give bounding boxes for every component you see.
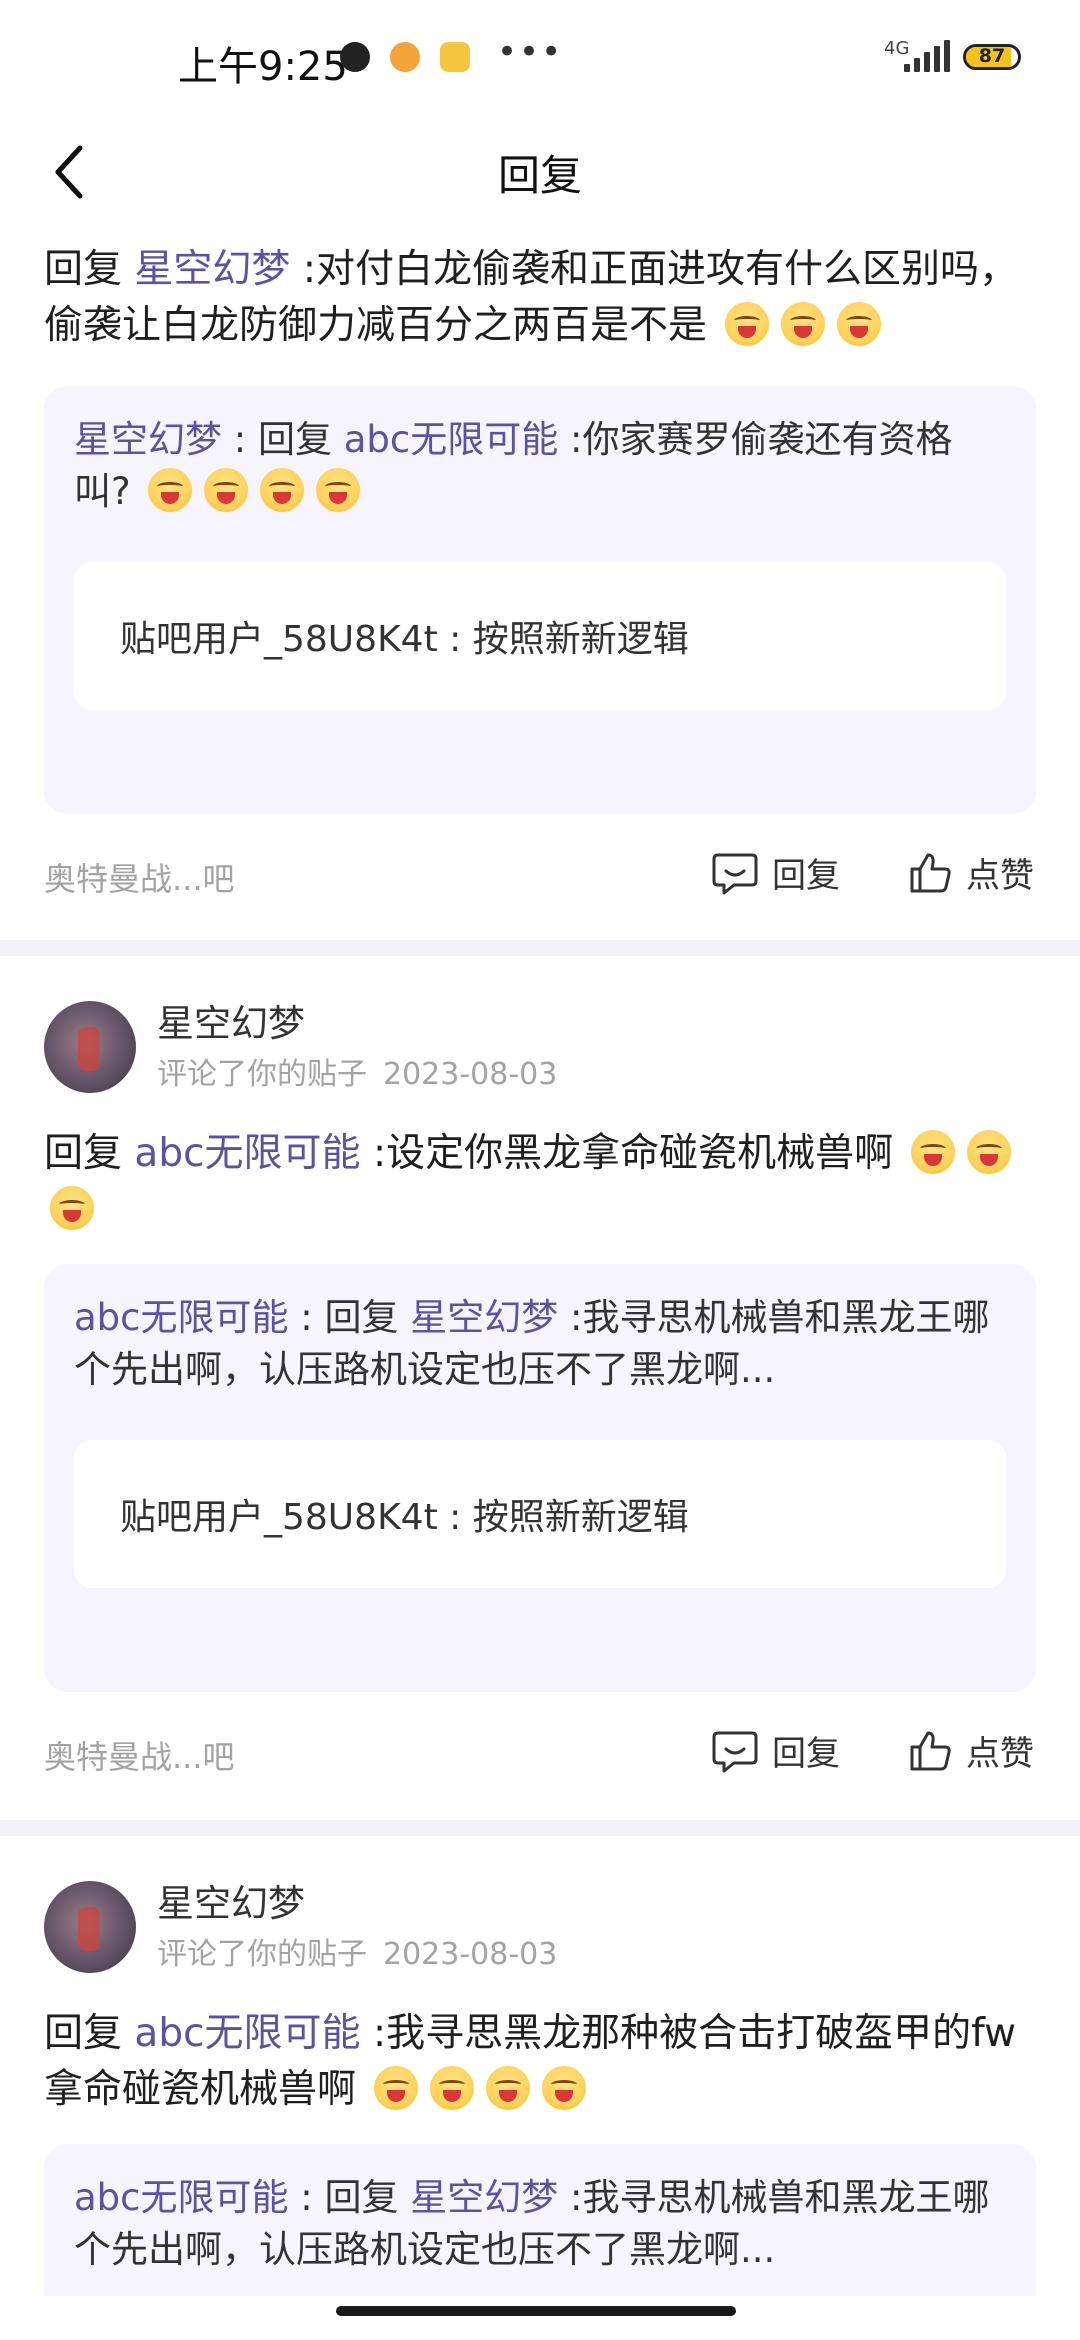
section-divider xyxy=(0,1820,1080,1836)
reply-prefix: 回复 xyxy=(44,2011,123,2056)
nested-post-text: 贴吧用户_58U8K4t : 按照新新逻辑 xyxy=(120,1497,689,1538)
quote-reply-word: : 回复 xyxy=(222,418,344,461)
laughing-emoji-icon xyxy=(911,1130,956,1174)
reply-label: 回复 xyxy=(772,1734,840,1774)
quote-author-link[interactable]: abc无限可能 xyxy=(74,1296,289,1339)
nested-original-post[interactable]: 贴吧用户_58U8K4t : 按照新新逻辑 xyxy=(74,1440,1006,1588)
avatar[interactable] xyxy=(44,1881,136,1973)
section-divider xyxy=(0,940,1080,956)
user-name[interactable]: 星空幻梦 xyxy=(157,993,305,1047)
comment-action: 评论了你的贴子 xyxy=(157,1057,367,1092)
quoted-reply[interactable]: abc无限可能 : 回复 星空幻梦 :我寻思机械兽和黑龙王哪个先出啊，认压路机设… xyxy=(44,2144,1036,2296)
status-time: 上午9:25 xyxy=(178,44,348,90)
page-title: 回复 xyxy=(497,151,582,200)
video-app-icon xyxy=(440,42,470,72)
quote-reply-word: : 回复 xyxy=(288,2176,411,2219)
laughing-emoji-icon xyxy=(837,302,882,346)
quoted-text: abc无限可能 : 回复 星空幻梦 :我寻思机械兽和黑龙王哪个先出啊，认压路机设… xyxy=(74,1292,1006,1396)
action-row: 奥特曼战...吧 回复 点赞 xyxy=(0,1712,1080,1792)
comment-date: 2023-08-03 xyxy=(383,1057,558,1092)
reply-body: :设定你黑龙拿命碰瓷机械兽啊 xyxy=(372,1131,894,1176)
quoted-text: 星空幻梦 : 回复 abc无限可能 :你家赛罗偷袭还有资格叫? xyxy=(74,414,1006,518)
quote-target-link[interactable]: 星空幻梦 xyxy=(410,2176,558,2219)
reply-button[interactable]: 回复 xyxy=(712,848,840,897)
reply-card: 回复 星空幻梦 :对付白龙偷袭和正面进攻有什么区别吗，偷袭让白龙防御力减百分之两… xyxy=(0,226,1080,956)
signal-icon xyxy=(904,40,950,72)
laughing-emoji-icon xyxy=(542,2066,587,2110)
comment-action: 评论了你的贴子 xyxy=(157,1937,367,1972)
notification-card: 星空幻梦 评论了你的贴子 2023-08-03 回复 abc无限可能 :设定你黑龙… xyxy=(0,956,1080,1822)
laughing-emoji-icon xyxy=(204,468,249,512)
reply-text[interactable]: 回复 abc无限可能 :我寻思黑龙那种被合击打破盔甲的fw拿命碰瓷机械兽啊 xyxy=(44,2006,1034,2118)
reply-text[interactable]: 回复 星空幻梦 :对付白龙偷袭和正面进攻有什么区别吗，偷袭让白龙防御力减百分之两… xyxy=(44,242,1034,354)
avatar[interactable] xyxy=(44,1001,136,1093)
weibo-icon xyxy=(390,42,420,72)
user-name[interactable]: 星空幻梦 xyxy=(157,1873,305,1927)
laughing-emoji-icon xyxy=(316,468,361,512)
comment-icon xyxy=(712,1731,758,1772)
laughing-emoji-icon xyxy=(486,2066,531,2110)
comment-date: 2023-08-03 xyxy=(383,1937,558,1972)
laughing-emoji-icon xyxy=(967,1130,1012,1174)
nested-original-post[interactable]: 贴吧用户_58U8K4t : 按照新新逻辑 xyxy=(74,562,1006,710)
notification-card: 星空幻梦 评论了你的贴子 2023-08-03 回复 abc无限可能 :我寻思黑龙… xyxy=(0,1836,1080,2296)
quote-author-link[interactable]: abc无限可能 xyxy=(74,2176,289,2219)
navigation-bar: 回复 xyxy=(0,118,1080,226)
battery-icon: 87 xyxy=(963,44,1021,70)
quoted-text: abc无限可能 : 回复 星空幻梦 :我寻思机械兽和黑龙王哪个先出啊，认压路机设… xyxy=(74,2172,1006,2276)
quoted-reply[interactable]: 星空幻梦 : 回复 abc无限可能 :你家赛罗偷袭还有资格叫? 贴吧用户_58U… xyxy=(44,386,1036,814)
forum-link[interactable]: 奥特曼战...吧 xyxy=(44,854,235,900)
comment-meta: 评论了你的贴子 2023-08-03 xyxy=(157,1929,573,1973)
thumbs-up-icon xyxy=(910,1731,951,1770)
reply-to-user-link[interactable]: abc无限可能 xyxy=(134,2011,360,2056)
laughing-emoji-icon xyxy=(781,302,826,346)
laughing-emoji-icon xyxy=(374,2066,419,2110)
qq-icon xyxy=(340,42,370,72)
quote-target-link[interactable]: abc无限可能 xyxy=(344,418,559,461)
laughing-emoji-icon xyxy=(430,2066,475,2110)
reply-prefix: 回复 xyxy=(44,247,123,292)
nested-post-text: 贴吧用户_58U8K4t : 按照新新逻辑 xyxy=(120,619,689,660)
home-indicator[interactable] xyxy=(336,2306,736,2316)
comment-icon xyxy=(712,853,758,894)
laughing-emoji-icon xyxy=(50,1186,94,1230)
action-row: 奥特曼战...吧 回复 点赞 xyxy=(0,834,1080,914)
reply-to-user-link[interactable]: 星空幻梦 xyxy=(134,247,290,292)
like-label: 点赞 xyxy=(966,856,1034,896)
battery-level: 87 xyxy=(978,45,1006,67)
laughing-emoji-icon xyxy=(725,302,770,346)
quote-reply-word: : 回复 xyxy=(288,1296,411,1339)
like-button[interactable]: 点赞 xyxy=(908,1726,1034,1775)
quote-target-link[interactable]: 星空幻梦 xyxy=(410,1296,558,1339)
reply-text[interactable]: 回复 abc无限可能 :设定你黑龙拿命碰瓷机械兽啊 xyxy=(44,1126,1034,1238)
reply-button[interactable]: 回复 xyxy=(712,1726,840,1775)
laughing-emoji-icon xyxy=(260,468,305,512)
quoted-reply[interactable]: abc无限可能 : 回复 星空幻梦 :我寻思机械兽和黑龙王哪个先出啊，认压路机设… xyxy=(44,1264,1036,1692)
like-button[interactable]: 点赞 xyxy=(908,848,1034,897)
reply-label: 回复 xyxy=(772,856,840,896)
reply-to-user-link[interactable]: abc无限可能 xyxy=(134,1131,360,1176)
laughing-emoji-icon xyxy=(148,468,193,512)
more-notifications-icon: ••• xyxy=(497,32,564,72)
quote-author-link[interactable]: 星空幻梦 xyxy=(74,418,222,461)
thumbs-up-icon xyxy=(910,853,951,892)
status-bar: 上午9:25 ••• 4G 87 xyxy=(0,0,1080,118)
reply-prefix: 回复 xyxy=(44,1131,123,1176)
like-label: 点赞 xyxy=(966,1734,1034,1774)
comment-meta: 评论了你的贴子 2023-08-03 xyxy=(157,1049,573,1093)
forum-link[interactable]: 奥特曼战...吧 xyxy=(44,1732,235,1778)
